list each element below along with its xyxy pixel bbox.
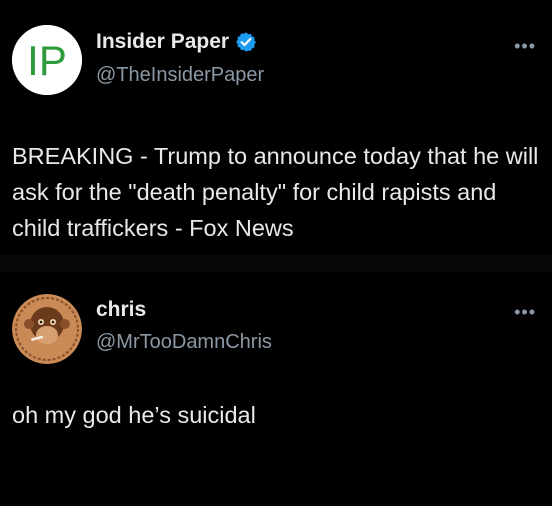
logo-lettering: IP xyxy=(27,37,67,84)
more-horizontal-icon[interactable]: ••• xyxy=(514,302,536,323)
more-horizontal-icon[interactable]: ••• xyxy=(514,36,536,57)
author-name-row: Insider Paper xyxy=(96,30,257,54)
author-name-row: chris xyxy=(96,298,146,322)
author-handle[interactable]: @TheInsiderPaper xyxy=(96,64,264,87)
divider xyxy=(0,255,552,272)
author-handle[interactable]: @MrTooDamnChris xyxy=(96,331,272,354)
post-text: oh my god he’s suicidal xyxy=(12,402,256,428)
monkey-avatar-image xyxy=(12,294,82,364)
display-name[interactable]: chris xyxy=(96,298,146,322)
avatar[interactable]: IP xyxy=(12,25,82,95)
post-text: BREAKING - Trump to announce today that … xyxy=(12,143,539,241)
post-card[interactable] xyxy=(0,272,552,506)
avatar[interactable] xyxy=(12,294,82,364)
display-name[interactable]: Insider Paper xyxy=(96,30,229,54)
verified-badge-icon xyxy=(236,32,257,52)
insider-paper-logo: IP xyxy=(12,25,82,95)
